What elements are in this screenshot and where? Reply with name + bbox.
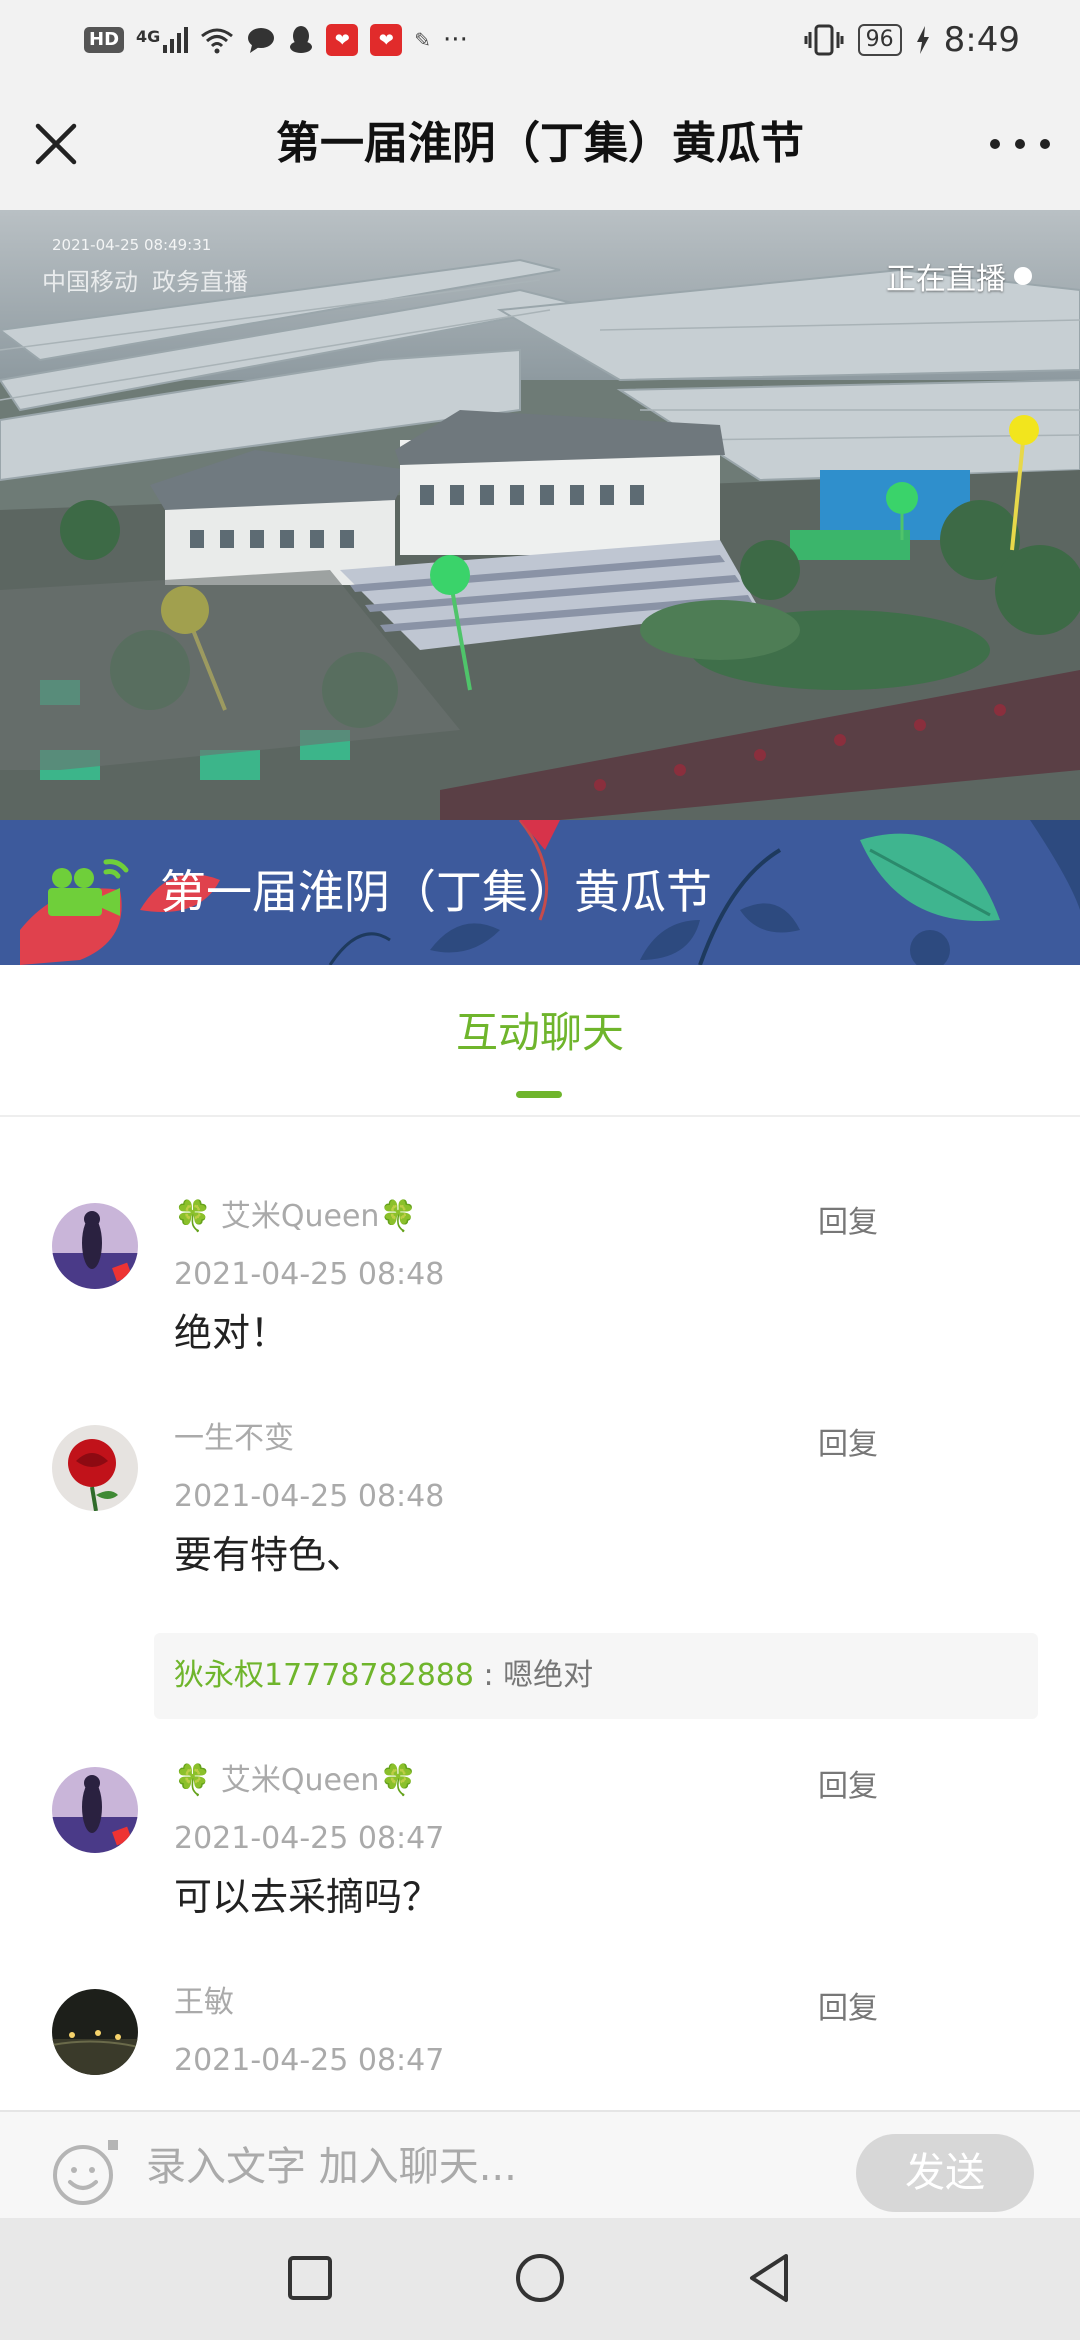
quoted-username[interactable]: 狄永权17778782888 (174, 1658, 474, 1693)
live-video-player[interactable]: 2021-04-25 08:49:31 中国移动 政务直播 正在直播 (0, 210, 1080, 820)
comment-text: 要有特色、 (174, 1533, 365, 1577)
live-label: 正在直播 (886, 262, 1006, 297)
event-banner: 第一届淮阴（丁集）黄瓜节 (0, 820, 1080, 965)
quoted-text: 嗯绝对 (503, 1658, 594, 1693)
reply-button[interactable]: 回复 (818, 1989, 878, 2029)
status-left-icons: HD 4G ❤ ❤ ✎ ··· (84, 18, 468, 62)
video-frame-image (0, 210, 1080, 820)
comment-username: 🍀 艾米Queen🍀 (174, 1763, 417, 1798)
emoji-icon[interactable] (50, 2138, 120, 2208)
page-title: 第一届淮阴（丁集）黄瓜节 (276, 118, 804, 169)
vibrate-icon (804, 24, 844, 56)
wifi-icon (201, 28, 234, 54)
comment-list[interactable]: 🍀 艾米Queen🍀 2021-04-25 08:48 绝对！ 回复 一生不变 … (0, 1117, 1080, 2107)
comment-time: 2021-04-25 08:47 (174, 2043, 445, 2078)
app-red-icon: ❤ (370, 24, 403, 56)
active-tab-indicator (516, 1091, 562, 1098)
comment-username: 王敏 (174, 1985, 234, 2020)
more-dot (1040, 139, 1050, 149)
comment-time: 2021-04-25 08:48 (174, 1257, 445, 1292)
home-icon[interactable] (510, 2248, 570, 2308)
avatar[interactable] (52, 1425, 138, 1511)
quoted-reply: 狄永权17778782888 : 嗯绝对 (154, 1633, 1038, 1719)
status-bar: HD 4G ❤ ❤ ✎ ··· 96 8:49 (0, 0, 1080, 80)
watermark-service: 政务直播 (152, 268, 248, 296)
clock: 8:49 (943, 20, 1020, 60)
watermark-time: 2021-04-25 08:49:31 (52, 236, 212, 254)
chat-input-bar: 发送 (0, 2110, 1080, 2220)
overflow-indicator: ··· (443, 25, 468, 55)
reply-button[interactable]: 回复 (818, 1767, 878, 1807)
comment-text: 可以去采摘吗？ (174, 1875, 441, 1919)
more-dot (1015, 139, 1025, 149)
more-options-button[interactable] (990, 120, 1050, 168)
comment-username: 一生不变 (174, 1421, 294, 1456)
more-dot (990, 139, 1000, 149)
reply-button[interactable]: 回复 (818, 1203, 878, 1243)
app-red-icon: ❤ (326, 24, 359, 56)
status-right-icons: 96 8:49 (804, 18, 1020, 62)
banner-title: 第一届淮阴（丁集）黄瓜节 (160, 865, 712, 919)
comment-text: 绝对！ (174, 1311, 289, 1355)
watermark-logo: 中国移动 政务直播 (42, 262, 248, 297)
network-type-label: 4G (136, 27, 161, 46)
avatar[interactable] (52, 1767, 138, 1853)
send-button[interactable]: 发送 (856, 2134, 1034, 2212)
comment-username: 🍀 艾米Queen🍀 (174, 1199, 417, 1234)
tab-interactive-chat[interactable]: 互动聊天 (0, 1005, 1080, 1061)
signal-icon: 4G (136, 27, 189, 53)
recent-apps-icon[interactable] (280, 2248, 340, 2308)
chat-input[interactable] (146, 2132, 826, 2202)
avatar[interactable] (52, 1989, 138, 2075)
charging-icon (916, 26, 929, 54)
live-indicator: 正在直播 (886, 254, 1032, 298)
page-header: 第一届淮阴（丁集）黄瓜节 (0, 80, 1080, 210)
live-dot-icon (1014, 267, 1032, 285)
video-camera-icon (48, 859, 129, 916)
avatar[interactable] (52, 1203, 138, 1289)
tab-bar: 互动聊天 (0, 965, 1080, 1117)
comment-time: 2021-04-25 08:48 (174, 1479, 445, 1514)
quoted-separator: : (473, 1658, 504, 1693)
app-icon: ✎ (414, 28, 432, 52)
reply-button[interactable]: 回复 (818, 1425, 878, 1465)
hd-icon: HD (84, 27, 125, 53)
back-icon[interactable] (740, 2248, 800, 2308)
watermark-brand: 中国移动 (42, 268, 138, 296)
comment-time: 2021-04-25 08:47 (174, 1821, 445, 1856)
chat-bubble-icon (248, 28, 275, 53)
system-nav-bar (0, 2218, 1080, 2340)
qq-icon (290, 26, 313, 53)
battery-level: 96 (857, 24, 902, 56)
